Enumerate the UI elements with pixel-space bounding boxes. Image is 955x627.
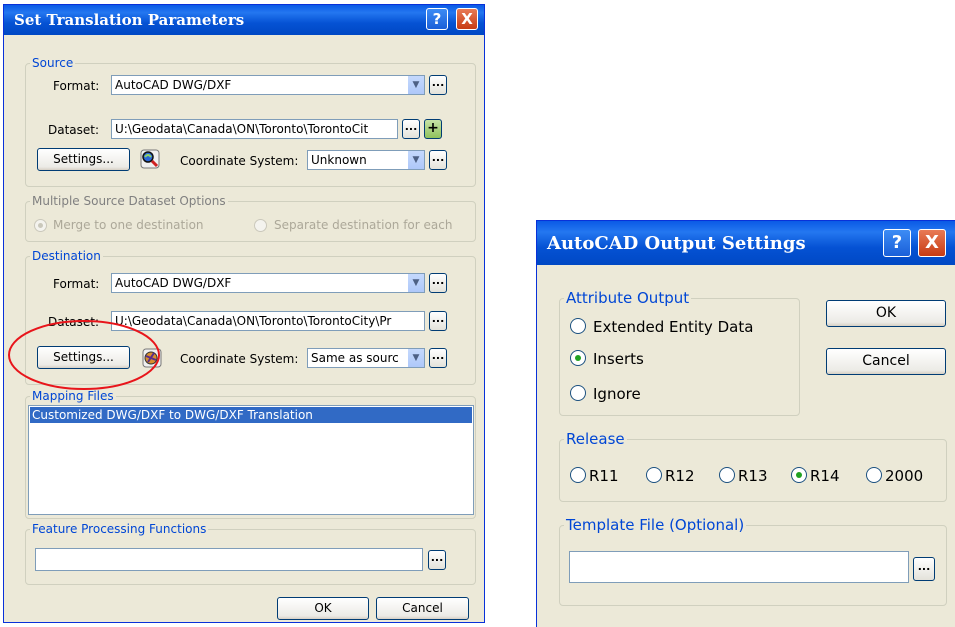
inserts-label: Inserts [593, 350, 644, 368]
release-r11-label: R11 [589, 467, 619, 485]
release-r12-label: R12 [665, 467, 695, 485]
release-r11-radio[interactable] [570, 467, 586, 483]
release-group: Release [559, 430, 947, 502]
template-file-legend: Template File (Optional) [566, 516, 745, 534]
attribute-output-legend: Attribute Output [566, 289, 690, 307]
autocad-output-settings-dialog: AutoCAD Output Settings ? X Attribute Ou… [536, 220, 955, 627]
close-icon[interactable]: X [918, 229, 946, 257]
ignore-label: Ignore [593, 385, 641, 403]
template-file-field[interactable] [569, 551, 909, 583]
extended-entity-data-radio[interactable] [570, 318, 586, 334]
release-r13-label: R13 [738, 467, 768, 485]
release-2000-radio[interactable] [866, 467, 882, 483]
ignore-radio[interactable] [570, 385, 586, 401]
autocad-titlebar: AutoCAD Output Settings ? X [537, 221, 955, 265]
release-2000-label: 2000 [885, 467, 924, 485]
release-r14-radio[interactable] [791, 467, 807, 483]
release-legend: Release [566, 430, 625, 448]
template-file-browse-button[interactable]: ... [913, 557, 935, 581]
extended-entity-data-label: Extended Entity Data [593, 318, 754, 336]
release-r13-radio[interactable] [719, 467, 735, 483]
help-icon[interactable]: ? [883, 229, 911, 257]
autocad-dialog-title: AutoCAD Output Settings [547, 233, 806, 254]
autocad-cancel-button[interactable]: Cancel [826, 348, 946, 375]
autocad-ok-button[interactable]: OK [826, 300, 946, 327]
inserts-radio[interactable] [570, 350, 586, 366]
release-r12-radio[interactable] [646, 467, 662, 483]
release-r14-label: R14 [810, 467, 840, 485]
